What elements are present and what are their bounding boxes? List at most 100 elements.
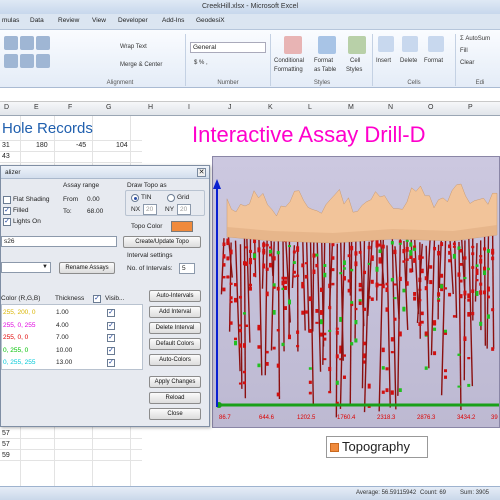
interval-visible-checkbox[interactable]: ✓: [107, 321, 115, 330]
cell-styles-button[interactable]: Cell: [350, 58, 360, 64]
cell-value[interactable]: 180: [36, 142, 48, 149]
cell-value[interactable]: -45: [76, 142, 86, 149]
cell-styles-icon[interactable]: [348, 36, 366, 54]
interval-thickness-value[interactable]: 7.00: [56, 334, 69, 341]
delete-button[interactable]: Delete: [400, 58, 417, 64]
format-icon[interactable]: [428, 36, 444, 52]
column-header[interactable]: E: [34, 104, 39, 111]
tab-developer[interactable]: Developer: [118, 17, 148, 24]
interval-row[interactable]: 0, 255, 255 13.00 ✓: [2, 357, 142, 369]
num-intervals-input[interactable]: 5: [179, 263, 195, 274]
interval-row[interactable]: 255, 0, 255 4.00 ✓: [2, 320, 142, 332]
align-left-icon[interactable]: [4, 54, 18, 68]
wrap-text-button[interactable]: Wrap Text: [120, 44, 147, 50]
align-top-icon[interactable]: [4, 36, 18, 50]
tab-geodesix[interactable]: GeodesiX: [196, 17, 225, 24]
sheet-heading[interactable]: Hole Records: [2, 120, 93, 137]
format-as-table-button[interactable]: Format: [314, 58, 333, 64]
interval-visible-checkbox[interactable]: ✓: [107, 309, 115, 317]
dialog-title-bar[interactable]: alizer ✕: [1, 166, 209, 179]
interval-thickness-value[interactable]: 4.00: [56, 322, 69, 329]
interval-table[interactable]: 255, 200, 0 1.00 ✓ 255, 0, 255 4.00 ✓ 255, 0, …: [1, 304, 143, 370]
autosum-button[interactable]: Σ AutoSum: [460, 36, 490, 42]
conditional-formatting-button[interactable]: Conditional: [274, 58, 304, 64]
cell-value[interactable]: 31: [2, 142, 10, 149]
column-header[interactable]: M: [348, 104, 354, 111]
interval-visible-checkbox[interactable]: ✓: [107, 334, 115, 342]
clear-button[interactable]: Clear: [460, 60, 474, 66]
tab-review[interactable]: Review: [58, 17, 79, 24]
rename-assays-button[interactable]: Rename Assays: [59, 262, 115, 274]
interval-row[interactable]: 0, 255, 0 10.00 ✓: [2, 345, 142, 357]
insert-icon[interactable]: [378, 36, 394, 52]
visualizer-dialog[interactable]: alizer ✕ Flat Shading ✓ Filled ✓ Lights …: [0, 165, 210, 427]
topo-color-picker[interactable]: [171, 221, 193, 232]
delete-icon[interactable]: [402, 36, 418, 52]
align-right-icon[interactable]: [36, 54, 50, 68]
auto-intervals-button[interactable]: Auto-Intervals: [149, 290, 201, 302]
cell-value[interactable]: 59: [2, 452, 10, 459]
cell-value[interactable]: 104: [116, 142, 128, 149]
column-header[interactable]: P: [468, 104, 473, 111]
align-bottom-icon[interactable]: [36, 36, 50, 50]
assay-select[interactable]: ▼: [1, 262, 51, 273]
interval-color-value[interactable]: 255, 0, 255: [3, 322, 36, 329]
interval-visible-checkbox[interactable]: ✓: [107, 346, 115, 355]
column-header[interactable]: D: [4, 104, 9, 111]
create-topo-button[interactable]: Create/Update Topo: [123, 236, 201, 248]
cell-value[interactable]: 57: [2, 441, 10, 448]
cell-value[interactable]: 43: [2, 153, 10, 160]
project-name-input[interactable]: s26: [1, 236, 117, 247]
column-header[interactable]: H: [148, 104, 153, 111]
delete-interval-button[interactable]: Delete Interval: [149, 322, 201, 334]
tin-radio[interactable]: [131, 194, 139, 202]
interval-thickness-value[interactable]: 1.00: [56, 309, 69, 316]
from-value[interactable]: 0.00: [87, 196, 100, 203]
filled-checkbox[interactable]: ✓: [3, 207, 11, 215]
interval-color-value[interactable]: 0, 255, 0: [3, 347, 28, 354]
column-header[interactable]: J: [228, 104, 232, 111]
tab-view[interactable]: View: [92, 17, 106, 24]
align-center-icon[interactable]: [20, 54, 34, 68]
to-value[interactable]: 68.00: [87, 208, 103, 215]
conditional-formatting-icon[interactable]: [284, 36, 302, 54]
column-header[interactable]: F: [68, 104, 72, 111]
column-header[interactable]: O: [428, 104, 433, 111]
chart-legend[interactable]: Topography: [326, 436, 428, 458]
interval-color-value[interactable]: 255, 200, 0: [3, 309, 36, 316]
plot-area[interactable]: 86.7 644.6 1202.5 1760.4 2318.3 2876.3 3…: [212, 156, 500, 428]
formula-bar[interactable]: [0, 88, 500, 102]
interval-thickness-value[interactable]: 13.00: [56, 359, 72, 366]
merge-center-button[interactable]: Merge & Center: [120, 62, 162, 68]
grid-radio[interactable]: [167, 194, 175, 202]
cell-value[interactable]: 57: [2, 430, 10, 437]
close-button[interactable]: Close: [149, 408, 201, 420]
visible-all-checkbox[interactable]: ✓: [93, 295, 101, 303]
tab-data[interactable]: Data: [30, 17, 44, 24]
interval-color-value[interactable]: 0, 255, 255: [3, 359, 36, 366]
tab-formulas[interactable]: mulas: [2, 17, 19, 24]
fill-button[interactable]: Fill: [460, 48, 468, 54]
column-header[interactable]: G: [106, 104, 111, 111]
interval-row[interactable]: 255, 0, 0 7.00 ✓: [2, 332, 142, 344]
number-format-symbols[interactable]: $ % ,: [194, 60, 208, 66]
lights-on-checkbox[interactable]: ✓: [3, 218, 11, 226]
column-header[interactable]: K: [268, 104, 273, 111]
apply-changes-button[interactable]: Apply Changes: [149, 376, 201, 388]
close-icon[interactable]: ✕: [197, 168, 206, 177]
flat-shading-checkbox[interactable]: [3, 196, 11, 204]
ny-input[interactable]: 20: [177, 204, 191, 215]
tab-add-ins[interactable]: Add-Ins: [162, 17, 184, 24]
auto-colors-button[interactable]: Auto-Colors: [149, 354, 201, 366]
format-button[interactable]: Format: [424, 58, 443, 64]
add-interval-button[interactable]: Add Interval: [149, 306, 201, 318]
nx-input[interactable]: 20: [143, 204, 157, 215]
default-colors-button[interactable]: Default Colors: [149, 338, 201, 350]
column-header[interactable]: N: [388, 104, 393, 111]
insert-button[interactable]: Insert: [376, 58, 391, 64]
interval-row[interactable]: 255, 200, 0 1.00 ✓: [2, 307, 142, 319]
interval-visible-checkbox[interactable]: ✓: [107, 359, 115, 367]
number-format-dropdown[interactable]: General: [190, 42, 266, 53]
format-as-table-icon[interactable]: [318, 36, 336, 54]
interval-thickness-value[interactable]: 10.00: [56, 347, 72, 354]
